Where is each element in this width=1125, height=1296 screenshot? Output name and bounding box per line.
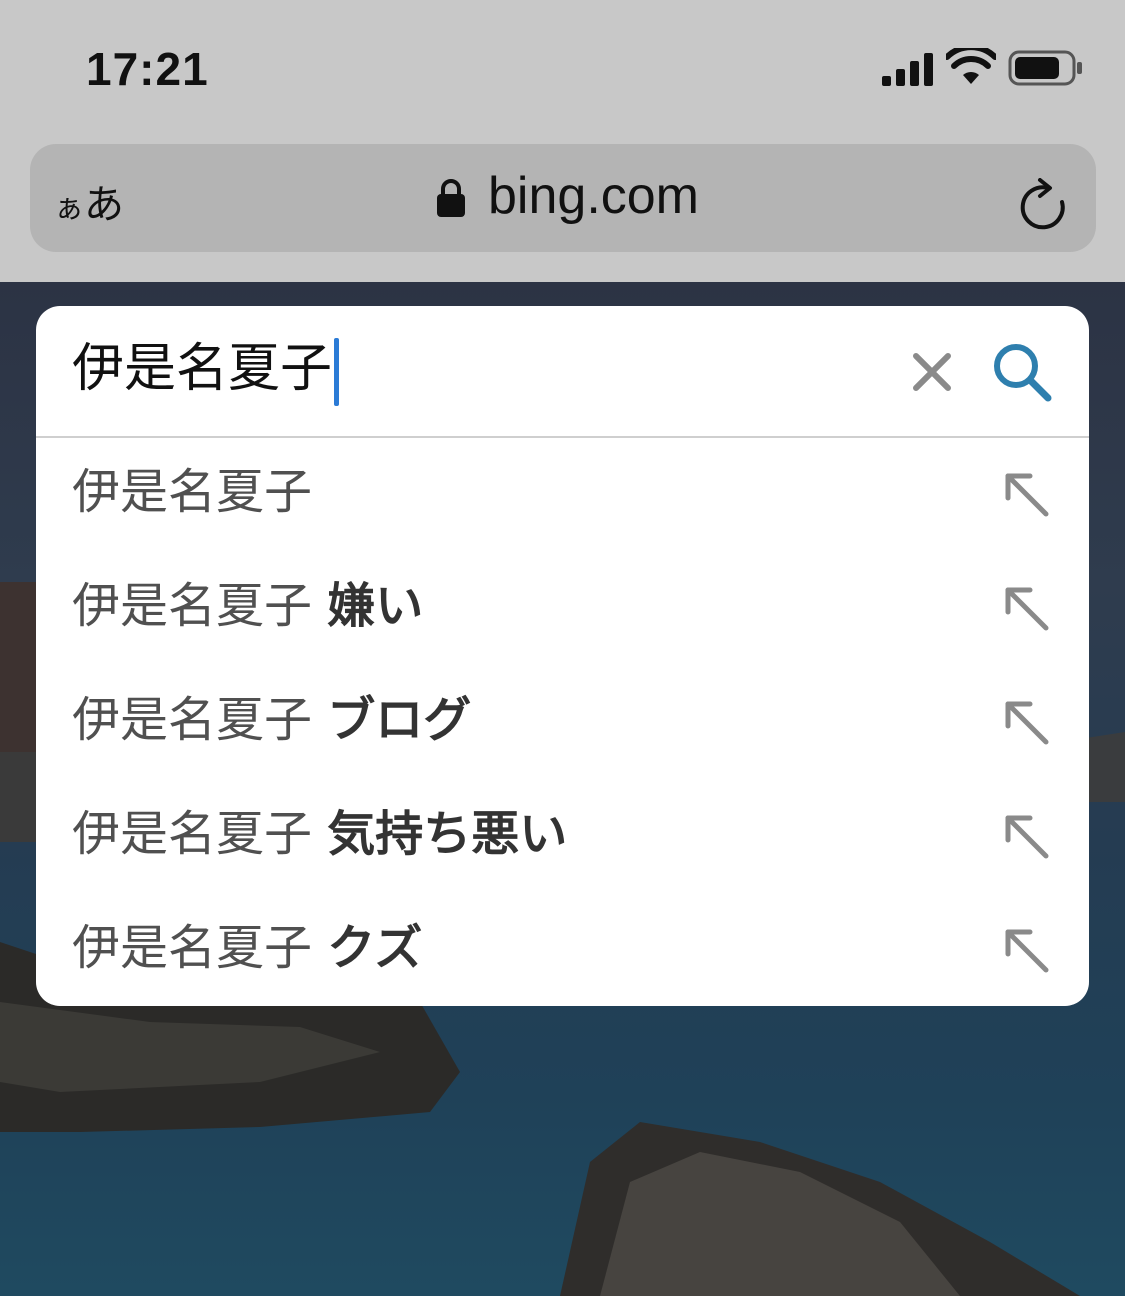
arrow-up-left-icon[interactable] xyxy=(1004,928,1050,974)
suggestion-base: 伊是名夏子 xyxy=(72,692,313,748)
suggestion-text: 伊是名夏子 xyxy=(72,460,312,524)
arrow-up-left-icon[interactable] xyxy=(1004,814,1050,860)
search-suggestions-panel: 伊是名夏子 伊是名夏子 伊是名夏子 嫌い 伊是名夏子 ブログ 伊是名夏子 気持ち… xyxy=(36,306,1089,1006)
suggestion-item[interactable]: 伊是名夏子 気持ち悪い xyxy=(36,780,1089,894)
reload-icon[interactable] xyxy=(1018,178,1070,234)
address-bar[interactable]: ぁあ bing.com xyxy=(30,144,1096,252)
suggestion-text: 伊是名夏子 嫌い xyxy=(72,574,423,638)
reader-small-glyph: ぁ xyxy=(54,191,84,226)
suggestion-item[interactable]: 伊是名夏子 xyxy=(36,438,1089,552)
signal-icon xyxy=(882,53,933,86)
suggestion-item[interactable]: 伊是名夏子 クズ xyxy=(36,894,1089,1006)
search-icon[interactable] xyxy=(990,340,1054,404)
suggestion-text: 伊是名夏子 クズ xyxy=(72,916,422,980)
suggestion-text: 伊是名夏子 気持ち悪い xyxy=(72,802,567,866)
lock-icon xyxy=(437,179,465,217)
url-text[interactable]: bing.com xyxy=(488,166,699,226)
status-time: 17:21 xyxy=(86,43,209,95)
reader-large-glyph: あ xyxy=(84,182,124,228)
search-input[interactable]: 伊是名夏子 xyxy=(72,334,332,404)
browser-toolbar: ぁあ bing.com xyxy=(0,132,1125,282)
battery-icon xyxy=(1008,50,1082,86)
suggestion-suffix: クズ xyxy=(327,920,423,976)
suggestion-suffix: 嫌い xyxy=(327,578,424,634)
arrow-up-left-icon[interactable] xyxy=(1004,472,1050,518)
suggestion-item[interactable]: 伊是名夏子 嫌い xyxy=(36,552,1089,666)
status-bar: 17:21 xyxy=(0,0,1125,132)
suggestion-suffix: 気持ち悪い xyxy=(327,806,568,862)
suggestion-base: 伊是名夏子 xyxy=(72,464,313,520)
arrow-up-left-icon[interactable] xyxy=(1004,586,1050,632)
suggestion-list: 伊是名夏子 伊是名夏子 嫌い 伊是名夏子 ブログ 伊是名夏子 気持ち悪い 伊是名… xyxy=(36,438,1089,1006)
suggestion-base: 伊是名夏子 xyxy=(72,806,313,862)
reader-text-size-button[interactable]: ぁあ xyxy=(54,172,124,230)
arrow-up-left-icon[interactable] xyxy=(1004,700,1050,746)
text-caret xyxy=(334,338,339,406)
clear-icon[interactable] xyxy=(912,352,952,392)
suggestion-suffix: ブログ xyxy=(327,692,472,748)
suggestion-item[interactable]: 伊是名夏子 ブログ xyxy=(36,666,1089,780)
search-row: 伊是名夏子 xyxy=(36,306,1089,438)
suggestion-base: 伊是名夏子 xyxy=(72,578,313,634)
wifi-icon xyxy=(946,48,996,84)
suggestion-base: 伊是名夏子 xyxy=(72,920,313,976)
suggestion-text: 伊是名夏子 ブログ xyxy=(72,688,471,752)
